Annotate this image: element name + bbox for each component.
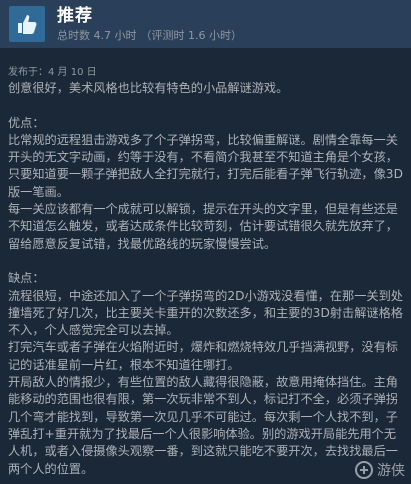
gamersky-watermark: 游侠: [354, 460, 405, 480]
cons-heading: 缺点：: [8, 271, 45, 286]
hours-played: 总时数 4.7 小时 （评测时 1.6 小时）: [57, 29, 246, 43]
thumbs-up-badge: [9, 6, 45, 42]
pros-heading: 优点：: [8, 115, 45, 130]
review-paragraph: 比常规的远程狙击游戏多了个子弹拐弯，比较偏重解谜。剧情全靠每一关开头的无文字动画…: [8, 132, 403, 199]
review-verdict: 推荐: [57, 5, 93, 26]
hours-on-record: 总时数 4.7 小时: [57, 28, 137, 42]
review-paragraph: 每一关应该都有一个成就可以解锁，提示在开头的文字里，但是有些还是不知道怎么触发，…: [8, 202, 398, 251]
review-paragraph: 打完汽车或者子弹在火焰附近时，爆炸和燃烧特效几乎挡满视野，没有标记的话准星前一片…: [8, 340, 398, 372]
review-body: 创意很好，美术风格也比较有特色的小品解谜游戏。 优点： 比常规的远程狙击游戏多了…: [8, 80, 406, 478]
review-paragraph: 开局敌人的情报少，有些位置的敌人藏得很隐蔽，故意用掩体挡住。主角能移动的范围也很…: [8, 375, 398, 476]
review-header: 推荐 总时数 4.7 小时 （评测时 1.6 小时）: [0, 0, 411, 48]
hours-at-review: （评测时 1.6 小时）: [140, 28, 243, 42]
posted-date: 发布于：4 月 10 日: [8, 67, 97, 78]
thumbs-up-icon: [18, 15, 37, 34]
review-paragraph: 创意很好，美术风格也比较有特色的小品解谜游戏。: [8, 81, 289, 95]
review-paragraph: 流程很短，中途还加入了一个子弹拐弯的2D小游戏没看懂，在那一关到处撞墙死了好几次…: [8, 288, 403, 338]
gamersky-logo-icon: [355, 461, 373, 479]
watermark-text: 游侠: [377, 463, 405, 479]
